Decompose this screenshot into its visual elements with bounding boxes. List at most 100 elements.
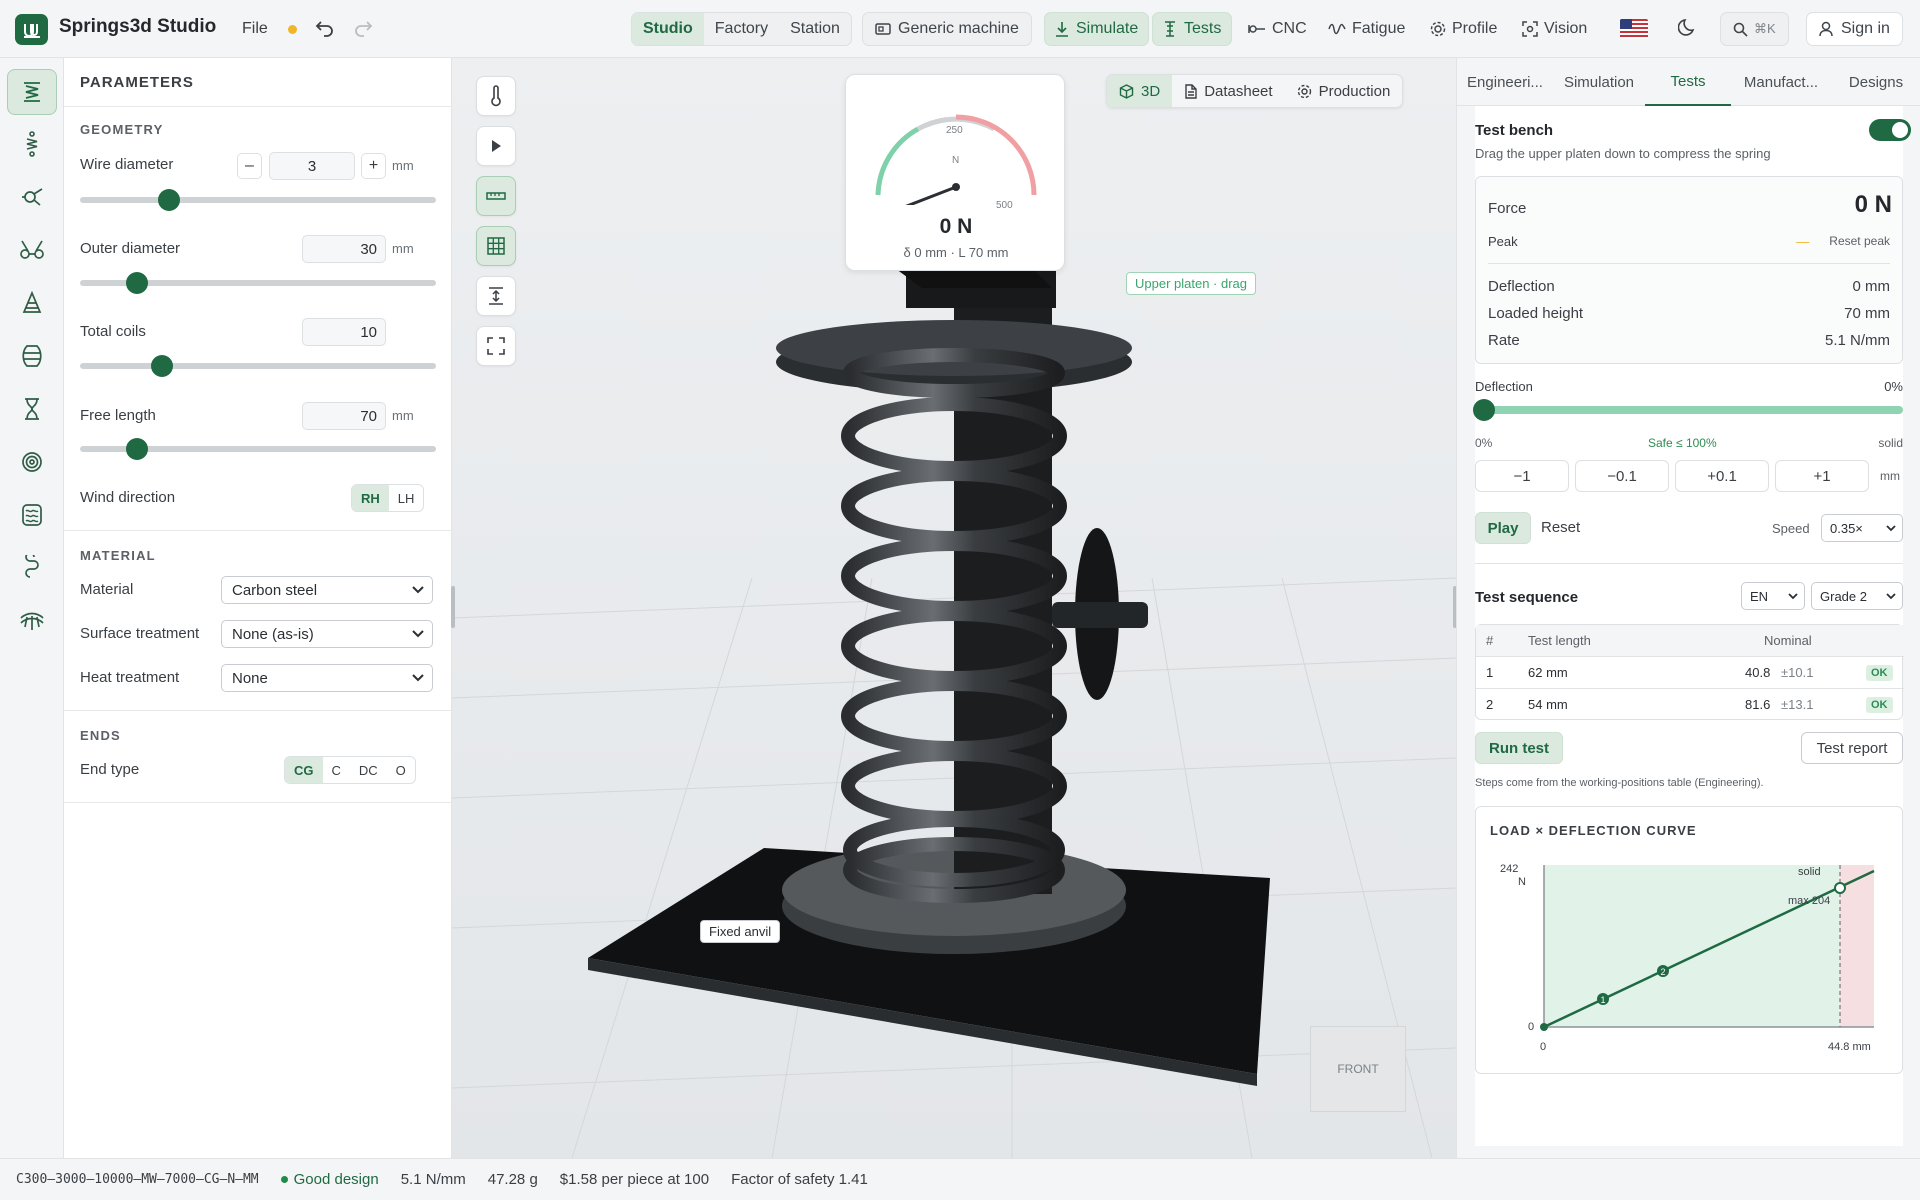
3d-viewport[interactable]: 250 N 500 0 N δ 0 mm · L 70 mm 3D Datash… <box>452 58 1456 1158</box>
play-icon[interactable] <box>476 126 516 166</box>
table-row[interactable]: 2 54 mm 81.6 ±13.1 OK <box>1476 689 1904 721</box>
conical-spring-icon[interactable] <box>7 280 57 326</box>
wire-diameter-input[interactable]: 3 <box>269 152 355 180</box>
speed-select[interactable]: 0.35× <box>1821 514 1903 542</box>
spiral-spring-icon[interactable] <box>7 439 57 485</box>
wire-diameter-slider-thumb[interactable] <box>158 189 180 211</box>
torsion-spring-icon[interactable] <box>7 174 57 220</box>
view-tab-datasheet[interactable]: Datasheet <box>1172 75 1284 107</box>
wire-diameter-increment-button[interactable]: + <box>361 153 386 179</box>
profile-button[interactable]: Profile <box>1420 12 1507 46</box>
undo-icon[interactable] <box>314 18 336 42</box>
step-plus-0-1-button[interactable]: +0.1 <box>1675 460 1769 492</box>
total-coils-slider[interactable] <box>80 355 436 377</box>
free-length-input[interactable]: 70 <box>302 402 386 430</box>
total-coils-input[interactable]: 10 <box>302 318 386 346</box>
chart-y-unit: N <box>1518 876 1526 888</box>
redo-icon[interactable] <box>352 18 374 42</box>
us-flag-icon[interactable] <box>1620 19 1648 39</box>
tab-manufacturing[interactable]: Manufact... <box>1731 58 1831 106</box>
step-minus-1-button[interactable]: −1 <box>1475 460 1569 492</box>
view-tab-3d[interactable]: 3D <box>1107 75 1173 107</box>
fatigue-button[interactable]: Fatigue <box>1318 12 1415 46</box>
reset-peak-button[interactable]: Reset peak <box>1829 234 1890 249</box>
compression-spring-icon[interactable] <box>7 69 57 115</box>
surface-treatment-select[interactable]: None (as-is) <box>221 620 433 648</box>
test-bench-toggle[interactable] <box>1869 119 1911 141</box>
status-mass: 47.28 g <box>487 1171 538 1188</box>
step-minus-0-1-button[interactable]: −0.1 <box>1575 460 1669 492</box>
dark-mode-moon-icon[interactable] <box>1677 17 1698 41</box>
disc-spring-icon[interactable] <box>7 598 57 644</box>
deflection-slider[interactable] <box>1473 399 1903 421</box>
fit-height-icon[interactable] <box>476 276 516 316</box>
geometry-heading: GEOMETRY <box>80 122 164 137</box>
outer-diameter-input[interactable]: 30 <box>302 235 386 263</box>
wire-form-icon[interactable] <box>7 545 57 591</box>
mode-station[interactable]: Station <box>779 13 851 45</box>
tests-button[interactable]: Tests <box>1152 12 1233 46</box>
vision-button[interactable]: Vision <box>1512 12 1597 46</box>
wind-rh-option[interactable]: RH <box>352 485 389 511</box>
tab-designs[interactable]: Designs <box>1831 58 1920 106</box>
row-number: 1 <box>1486 665 1494 680</box>
navigation-cube[interactable]: FRONT <box>1310 1026 1406 1112</box>
wave-spring-icon[interactable] <box>7 492 57 538</box>
reset-button[interactable]: Reset <box>1541 519 1580 536</box>
end-type-o[interactable]: O <box>387 757 415 783</box>
end-type-cg[interactable]: CG <box>285 757 323 783</box>
end-type-c[interactable]: C <box>323 757 350 783</box>
material-value: Carbon steel <box>232 581 318 599</box>
extension-spring-icon[interactable] <box>7 121 57 167</box>
tab-engineering[interactable]: Engineeri... <box>1457 58 1553 106</box>
fullscreen-icon[interactable] <box>476 326 516 366</box>
heat-treatment-label: Heat treatment <box>80 669 180 686</box>
language-select[interactable]: EN <box>1741 582 1805 610</box>
rate-row: Rate 5.1 N/mm <box>1488 332 1890 349</box>
wire-diameter-decrement-button[interactable]: – <box>237 153 262 179</box>
material-select[interactable]: Carbon steel <box>221 576 433 604</box>
heat-treatment-select[interactable]: None <box>221 664 433 692</box>
barrel-spring-icon[interactable] <box>7 333 57 379</box>
command-search-button[interactable]: ⌘K <box>1720 12 1789 46</box>
total-coils-slider-thumb[interactable] <box>150 355 173 377</box>
machine-button[interactable]: Generic machine <box>862 12 1032 46</box>
chart-y-zero: 0 <box>1528 1021 1535 1033</box>
tab-simulation[interactable]: Simulation <box>1553 58 1645 106</box>
play-button[interactable]: Play <box>1475 512 1531 544</box>
grade-select[interactable]: Grade 2 <box>1811 582 1903 610</box>
thermometer-icon[interactable] <box>476 76 516 116</box>
step-plus-1-button[interactable]: +1 <box>1775 460 1869 492</box>
mode-studio[interactable]: Studio <box>632 13 704 45</box>
grid-icon[interactable] <box>476 226 516 266</box>
run-test-button[interactable]: Run test <box>1475 732 1563 764</box>
simulate-button[interactable]: Simulate <box>1044 12 1150 46</box>
test-report-button[interactable]: Test report <box>1801 732 1903 764</box>
free-length-slider[interactable] <box>80 438 436 460</box>
wire-diameter-slider[interactable] <box>80 189 436 211</box>
tab-tests[interactable]: Tests <box>1645 58 1731 106</box>
view-tab-production[interactable]: Production <box>1285 75 1403 107</box>
upper-platen-tag[interactable]: Upper platen · drag <box>1126 272 1257 295</box>
outer-diameter-slider[interactable] <box>80 272 436 294</box>
cnc-button[interactable]: CNC <box>1238 12 1317 46</box>
simulate-label: Simulate <box>1076 20 1139 37</box>
left-resize-handle[interactable] <box>451 586 455 628</box>
end-type-dc[interactable]: DC <box>350 757 387 783</box>
table-row[interactable]: 1 62 mm 40.8 ±10.1 OK <box>1476 657 1904 689</box>
sign-in-button[interactable]: Sign in <box>1806 12 1903 46</box>
double-torsion-spring-icon[interactable] <box>7 227 57 273</box>
ruler-icon[interactable] <box>476 176 516 216</box>
design-code[interactable]: C300–3000–10000–MW–7000–CG–N–MM <box>16 1172 259 1187</box>
cube-icon <box>1119 83 1134 99</box>
deflection-label: Deflection <box>1488 278 1555 295</box>
file-menu[interactable]: File <box>242 20 268 38</box>
mode-factory[interactable]: Factory <box>704 13 779 45</box>
hourglass-spring-icon[interactable] <box>7 386 57 432</box>
outer-diameter-slider-thumb[interactable] <box>125 272 148 294</box>
view-tabs: 3D Datasheet Production <box>1106 74 1404 108</box>
app-logo-icon[interactable] <box>15 14 48 45</box>
free-length-slider-thumb[interactable] <box>125 438 148 460</box>
wind-lh-option[interactable]: LH <box>389 485 424 511</box>
deflection-slider-thumb[interactable] <box>1473 399 1495 421</box>
